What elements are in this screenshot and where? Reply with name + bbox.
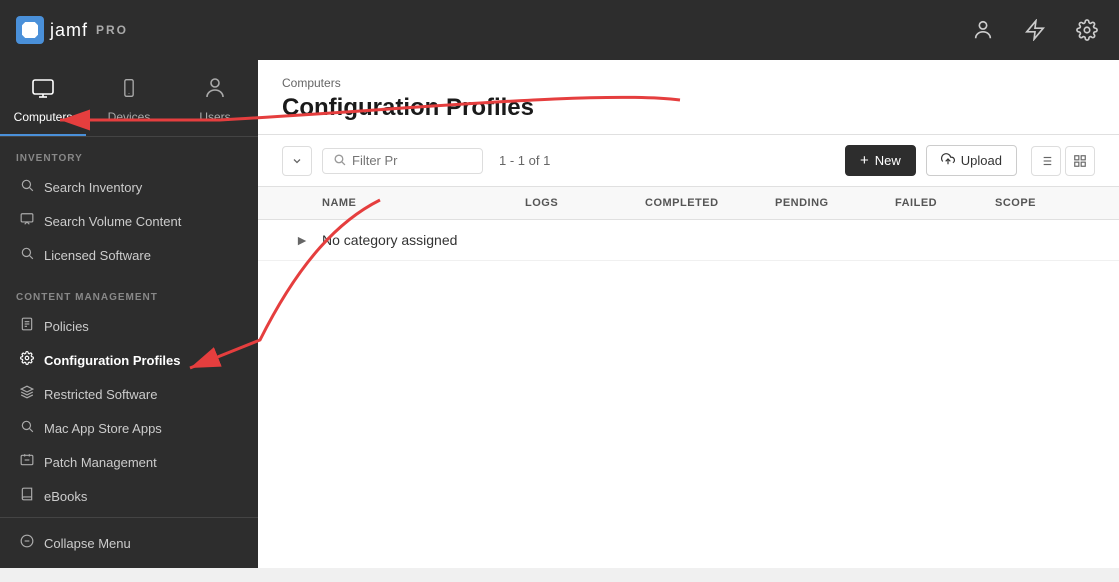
sidebar-item-restricted-software[interactable]: Restricted Software bbox=[4, 377, 254, 411]
patch-icon bbox=[20, 453, 34, 471]
sidebar-item-mac-app-store[interactable]: Mac App Store Apps bbox=[4, 411, 254, 445]
col-name: NAME bbox=[322, 197, 525, 209]
sidebar-item-search-volume[interactable]: Search Volume Content bbox=[4, 204, 254, 238]
filter-search-icon bbox=[333, 153, 346, 169]
settings-icon-button[interactable] bbox=[1071, 14, 1103, 46]
expand-row-button[interactable]: ► bbox=[282, 232, 322, 248]
col-failed: FAILED bbox=[895, 197, 995, 209]
tab-computers[interactable]: Computers bbox=[0, 68, 86, 136]
computers-tab-label: Computers bbox=[14, 110, 73, 124]
collapse-icon bbox=[20, 534, 34, 552]
content-area: Computers Configuration Profiles 1 - 1 o… bbox=[258, 60, 1119, 568]
monitor-icon bbox=[20, 212, 34, 230]
content-management-section: CONTENT MANAGEMENT Policies Configuratio… bbox=[0, 276, 258, 517]
col-pending: PENDING bbox=[775, 197, 895, 209]
users-tab-icon bbox=[203, 76, 227, 106]
list-view-button[interactable] bbox=[1031, 146, 1061, 176]
top-nav: jamf PRO bbox=[0, 0, 1119, 60]
filter-input-wrap[interactable] bbox=[322, 148, 483, 174]
restricted-icon bbox=[20, 385, 34, 403]
top-nav-actions bbox=[967, 14, 1103, 46]
sidebar-item-policies[interactable]: Policies bbox=[4, 309, 254, 343]
sidebar-bottom: Collapse Menu bbox=[0, 517, 258, 568]
breadcrumb: Computers bbox=[282, 76, 1095, 90]
view-toggle-group bbox=[1031, 146, 1095, 176]
collapse-menu-button[interactable]: Collapse Menu bbox=[4, 526, 254, 560]
devices-tab-label: Devices bbox=[108, 110, 151, 124]
sidebar-item-config-profiles[interactable]: Configuration Profiles bbox=[4, 343, 254, 377]
policies-icon bbox=[20, 317, 34, 335]
config-profiles-icon bbox=[20, 351, 34, 369]
mac-app-icon bbox=[20, 419, 34, 437]
logo-area: jamf PRO bbox=[16, 16, 128, 44]
sidebar-item-label: Mac App Store Apps bbox=[44, 421, 162, 436]
sidebar-item-licensed-software[interactable]: Licensed Software bbox=[4, 238, 254, 272]
licensed-icon bbox=[20, 246, 34, 264]
grid-view-button[interactable] bbox=[1065, 146, 1095, 176]
jamf-logo: jamf PRO bbox=[16, 16, 128, 44]
col-logs: LOGS bbox=[525, 197, 645, 209]
content-management-label: CONTENT MANAGEMENT bbox=[0, 292, 258, 309]
inventory-label: INVENTORY bbox=[0, 153, 258, 170]
computers-tab-icon bbox=[31, 76, 55, 106]
sidebar-item-label: Search Volume Content bbox=[44, 214, 181, 229]
new-button[interactable]: + New bbox=[845, 145, 916, 176]
nav-tabs: Computers Devices Users bbox=[0, 60, 258, 137]
sidebar-item-label: Search Inventory bbox=[44, 180, 142, 195]
devices-tab-icon bbox=[119, 76, 139, 106]
jamf-pro: PRO bbox=[96, 23, 128, 37]
no-category-cell: No category assigned bbox=[322, 232, 525, 248]
users-tab-label: Users bbox=[199, 110, 230, 124]
upload-icon bbox=[941, 152, 955, 169]
tab-devices[interactable]: Devices bbox=[86, 68, 172, 136]
table-header: NAME LOGS COMPLETED PENDING FAILED SCOPE bbox=[258, 187, 1119, 220]
table-row: ► No category assigned bbox=[258, 220, 1119, 261]
pagination-text: 1 - 1 of 1 bbox=[499, 153, 835, 168]
new-button-label: New bbox=[875, 153, 901, 168]
inventory-section: INVENTORY Search Inventory Search Volume… bbox=[0, 137, 258, 276]
tab-users[interactable]: Users bbox=[172, 68, 258, 136]
sidebar-item-search-inventory[interactable]: Search Inventory bbox=[4, 170, 254, 204]
col-completed: COMPLETED bbox=[645, 197, 775, 209]
sidebar-item-label: Licensed Software bbox=[44, 248, 151, 263]
jamf-icon bbox=[16, 16, 44, 44]
sidebar-item-label: Patch Management bbox=[44, 455, 157, 470]
content-header: Computers Configuration Profiles bbox=[258, 60, 1119, 135]
col-scope: SCOPE bbox=[995, 197, 1095, 209]
collapse-label: Collapse Menu bbox=[44, 536, 131, 551]
sidebar: Computers Devices Users INVENTORY bbox=[0, 60, 258, 568]
page-title: Configuration Profiles bbox=[282, 94, 1095, 134]
sidebar-item-patch-management[interactable]: Patch Management bbox=[4, 445, 254, 479]
flash-icon-button[interactable] bbox=[1019, 14, 1051, 46]
search-icon bbox=[20, 178, 34, 196]
upload-button[interactable]: Upload bbox=[926, 145, 1017, 176]
sidebar-item-label: Configuration Profiles bbox=[44, 353, 181, 368]
user-icon-button[interactable] bbox=[967, 14, 999, 46]
jamf-name: jamf bbox=[50, 20, 88, 41]
sidebar-item-label: Restricted Software bbox=[44, 387, 157, 402]
table-area: NAME LOGS COMPLETED PENDING FAILED SCOPE… bbox=[258, 187, 1119, 568]
sidebar-item-ebooks[interactable]: eBooks bbox=[4, 479, 254, 513]
collapse-filter-button[interactable] bbox=[282, 146, 312, 176]
plus-icon: + bbox=[860, 152, 869, 169]
sidebar-item-label: eBooks bbox=[44, 489, 87, 504]
upload-button-label: Upload bbox=[961, 153, 1002, 168]
toolbar: 1 - 1 of 1 + New Upload bbox=[258, 135, 1119, 187]
ebooks-icon bbox=[20, 487, 34, 505]
filter-input[interactable] bbox=[352, 153, 472, 168]
sidebar-item-label: Policies bbox=[44, 319, 89, 334]
